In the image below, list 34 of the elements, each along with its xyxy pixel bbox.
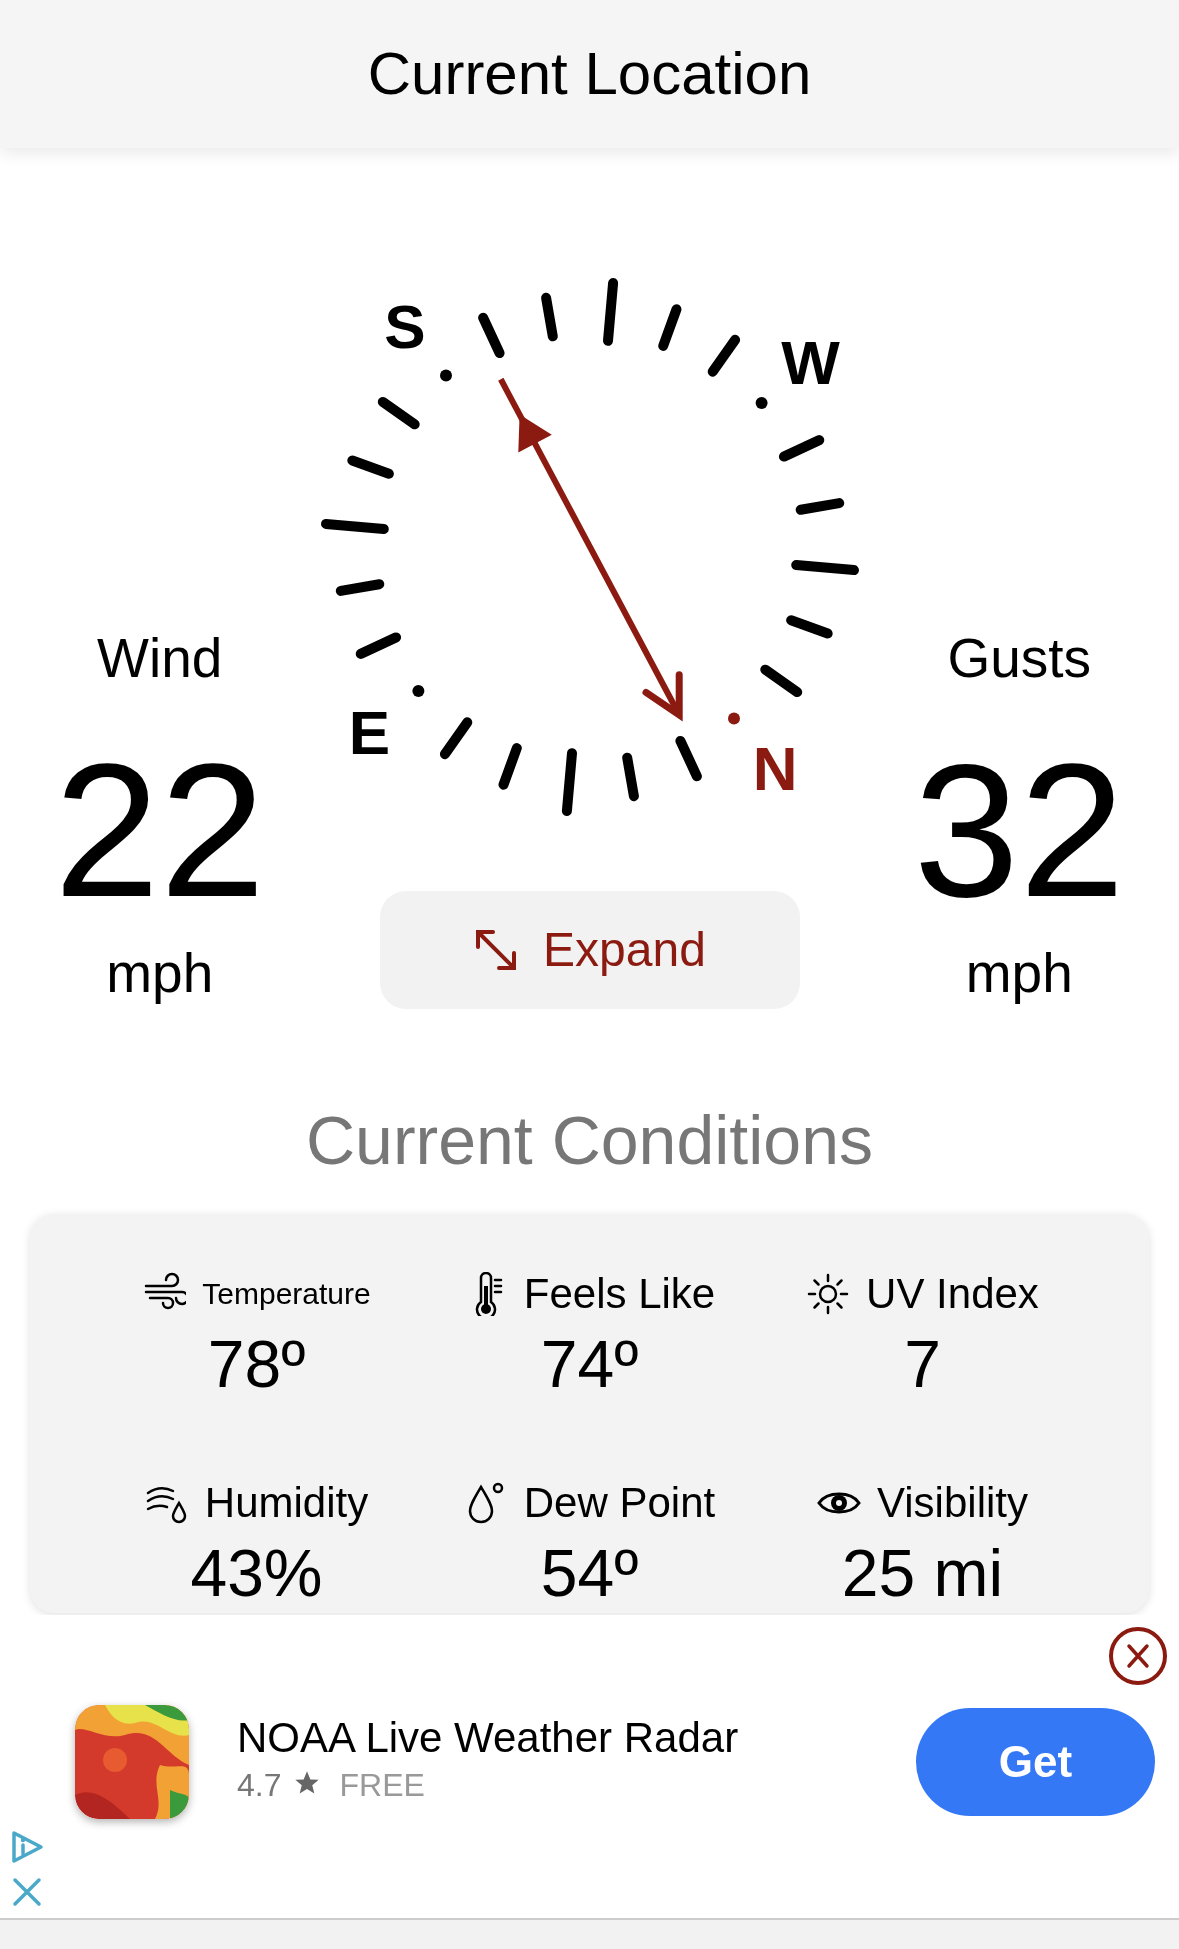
get-button[interactable]: Get [916, 1708, 1155, 1816]
condition-label: Temperature [202, 1279, 371, 1309]
compass-letter: S [383, 292, 426, 362]
close-icon [12, 1877, 42, 1907]
condition-value: 74º [540, 1326, 639, 1403]
condition-value: 25 mi [841, 1535, 1004, 1612]
speed-unit: mph [106, 941, 214, 1006]
compass-letter: W [780, 327, 840, 397]
expand-button[interactable]: Expand [379, 891, 800, 1009]
condition-label: UV Index [866, 1273, 1039, 1315]
condition-value: 78º [207, 1326, 306, 1403]
sun-icon [806, 1272, 851, 1316]
condition-value: 54º [540, 1535, 639, 1612]
compass-letter: E [348, 698, 390, 768]
gust-label: Gusts [947, 626, 1092, 691]
condition-label: Feels Like [523, 1273, 716, 1315]
ad-info-icon [10, 1830, 44, 1864]
condition-value: 43% [190, 1535, 323, 1612]
condition-label: Visibility [877, 1482, 1028, 1524]
condition-label: Humidity [204, 1482, 369, 1524]
app-name: NOAA Live Weather Radar [237, 1714, 740, 1762]
wind-label: Wind [97, 626, 223, 691]
close-button[interactable] [1109, 1627, 1167, 1685]
app-price: FREE [339, 1766, 425, 1806]
wind-speed: 22 [54, 735, 266, 925]
page-title: Current Location [367, 44, 812, 104]
condition-label: Dew Point [523, 1482, 716, 1524]
section-title: Current Conditions [305, 1101, 874, 1180]
close-icon [1125, 1643, 1151, 1669]
app-rating: 4.7 [237, 1766, 282, 1806]
compass-letter: N [752, 733, 797, 803]
gust-speed: 32 [913, 735, 1125, 925]
condition-value: 7 [904, 1326, 941, 1403]
speed-unit: mph [965, 941, 1073, 1006]
